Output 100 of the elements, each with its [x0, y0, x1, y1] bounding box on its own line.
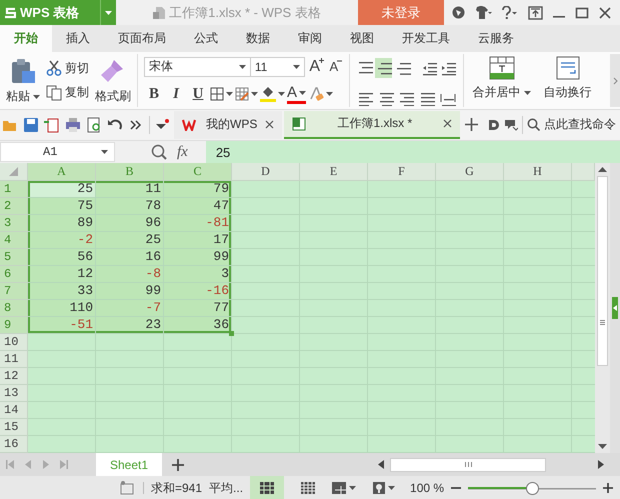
ribbon-tab[interactable]: 开始 [0, 25, 52, 52]
ribbon-tab[interactable]: 审阅 [284, 25, 336, 52]
print-preview-icon[interactable] [86, 116, 102, 132]
column-header[interactable]: D [232, 163, 300, 181]
name-box[interactable]: A1 [0, 142, 115, 162]
copy-button[interactable]: 复制 [46, 84, 89, 102]
underline-button[interactable]: U [188, 84, 208, 104]
format-painter-button[interactable]: 格式刷 [93, 56, 133, 107]
fill-handle[interactable] [229, 331, 234, 336]
save-icon[interactable] [23, 116, 39, 132]
table-cell: 23 [96, 317, 164, 334]
column-header[interactable]: E [300, 163, 368, 181]
undo-icon[interactable] [107, 116, 123, 132]
close-icon[interactable] [598, 6, 612, 20]
font-name-field[interactable]: 宋体 [144, 56, 251, 77]
scroll-left-icon[interactable] [378, 460, 384, 469]
ribbon-tab[interactable]: 云服务 [464, 25, 528, 52]
clipboard-icon [10, 58, 36, 84]
export-pdf-icon[interactable] [44, 116, 60, 132]
scroll-down-icon[interactable] [598, 444, 607, 449]
shirt-icon[interactable] [474, 6, 492, 19]
scroll-up-icon[interactable] [598, 167, 607, 172]
close-icon[interactable] [265, 120, 274, 129]
caret-icon[interactable] [326, 92, 334, 96]
document-tab[interactable]: 我的WPS [174, 110, 282, 138]
caret-icon[interactable] [226, 92, 233, 96]
ribbon-tab[interactable]: 公式 [180, 25, 232, 52]
caret-icon[interactable] [101, 150, 108, 154]
caret-icon[interactable] [278, 92, 285, 96]
row-header[interactable]: 14 [0, 402, 28, 419]
row-header[interactable]: 11 [0, 351, 28, 368]
row-header[interactable]: 13 [0, 385, 28, 402]
grid-icon [301, 482, 316, 494]
caret-icon[interactable] [388, 486, 396, 490]
help-icon[interactable] [501, 6, 519, 19]
ribbon-tab[interactable]: 视图 [336, 25, 388, 52]
search-icon [527, 118, 540, 131]
fill-color-button[interactable] [260, 84, 285, 104]
paste-button[interactable]: 粘贴 [4, 56, 42, 107]
customize-toolbar-icon[interactable] [155, 118, 169, 132]
document-tab[interactable]: 工作簿1.xlsx * [284, 110, 460, 138]
caret-icon[interactable] [238, 64, 246, 69]
caret-icon[interactable] [251, 92, 258, 96]
font-size-field[interactable]: 11 [250, 56, 305, 77]
table-cell: 25 [96, 232, 164, 249]
column-header[interactable]: G [436, 163, 504, 181]
row-header[interactable]: 10 [0, 334, 28, 351]
table-cell: 33 [28, 283, 96, 300]
increase-indent-icon [440, 60, 456, 76]
app-menu-dropdown[interactable] [100, 0, 116, 25]
scrollbar-thumb[interactable] [597, 176, 608, 366]
spreadsheet-icon [292, 116, 306, 130]
column-header[interactable]: F [368, 163, 436, 181]
row-header[interactable]: 12 [0, 368, 28, 385]
caret-icon[interactable] [33, 94, 40, 98]
horizontal-scrollbar-thumb[interactable] [390, 458, 546, 472]
command-search-field[interactable]: 点此查找命令 [544, 116, 616, 133]
caret-icon[interactable] [105, 10, 112, 14]
row-header[interactable]: 16 [0, 436, 28, 453]
bold-button[interactable]: B [144, 84, 164, 104]
zoom-in-icon[interactable] [603, 483, 614, 493]
caret-icon[interactable] [524, 90, 530, 94]
ribbon-tab[interactable]: 数据 [232, 25, 284, 52]
print-icon[interactable] [65, 116, 81, 132]
zoom-icon[interactable] [151, 144, 167, 160]
wrap-text-button[interactable]: 自动换行 [542, 54, 594, 107]
maximize-icon[interactable] [575, 6, 589, 20]
shrink-font-button[interactable]: A [324, 56, 343, 77]
caret-icon[interactable] [292, 64, 300, 69]
ribbon-tab[interactable]: 插入 [52, 25, 104, 52]
table-cell: 99 [96, 283, 164, 300]
caret-icon[interactable] [299, 90, 306, 95]
table-cell: -16 [164, 283, 232, 300]
grow-font-button[interactable]: A [304, 56, 325, 77]
font-color-button[interactable]: A [287, 84, 306, 104]
italic-button[interactable]: I [166, 84, 186, 104]
merge-center-button[interactable]: 合并居中 [470, 54, 532, 107]
chevron-left-icon [613, 305, 617, 311]
row-header[interactable]: 15 [0, 419, 28, 436]
normal-view-button[interactable] [250, 476, 284, 499]
restore-window-icon[interactable] [528, 6, 543, 20]
bulb-icon [373, 482, 386, 494]
grid-icon [260, 482, 274, 494]
caret-icon[interactable] [349, 486, 356, 490]
table-cell: 78 [96, 198, 164, 215]
eraser-icon [308, 86, 324, 102]
column-header[interactable]: H [504, 163, 572, 181]
cut-button[interactable]: 剪切 [46, 60, 89, 77]
insert-function-button[interactable]: fx [177, 144, 188, 160]
scroll-right-icon[interactable] [598, 460, 604, 469]
new-tab-icon[interactable] [465, 118, 478, 131]
side-panel-handle[interactable] [612, 297, 618, 319]
close-icon[interactable] [443, 119, 452, 128]
formula-field[interactable]: 25 [206, 141, 620, 163]
table-cell: 11 [96, 181, 164, 198]
ribbon-tab[interactable]: 页面布局 [104, 25, 180, 52]
align-middle-button[interactable] [375, 58, 392, 78]
ribbon-tab[interactable]: 开发工具 [388, 25, 464, 52]
d-icon[interactable] [486, 118, 500, 132]
add-sheet-icon[interactable] [172, 458, 184, 470]
